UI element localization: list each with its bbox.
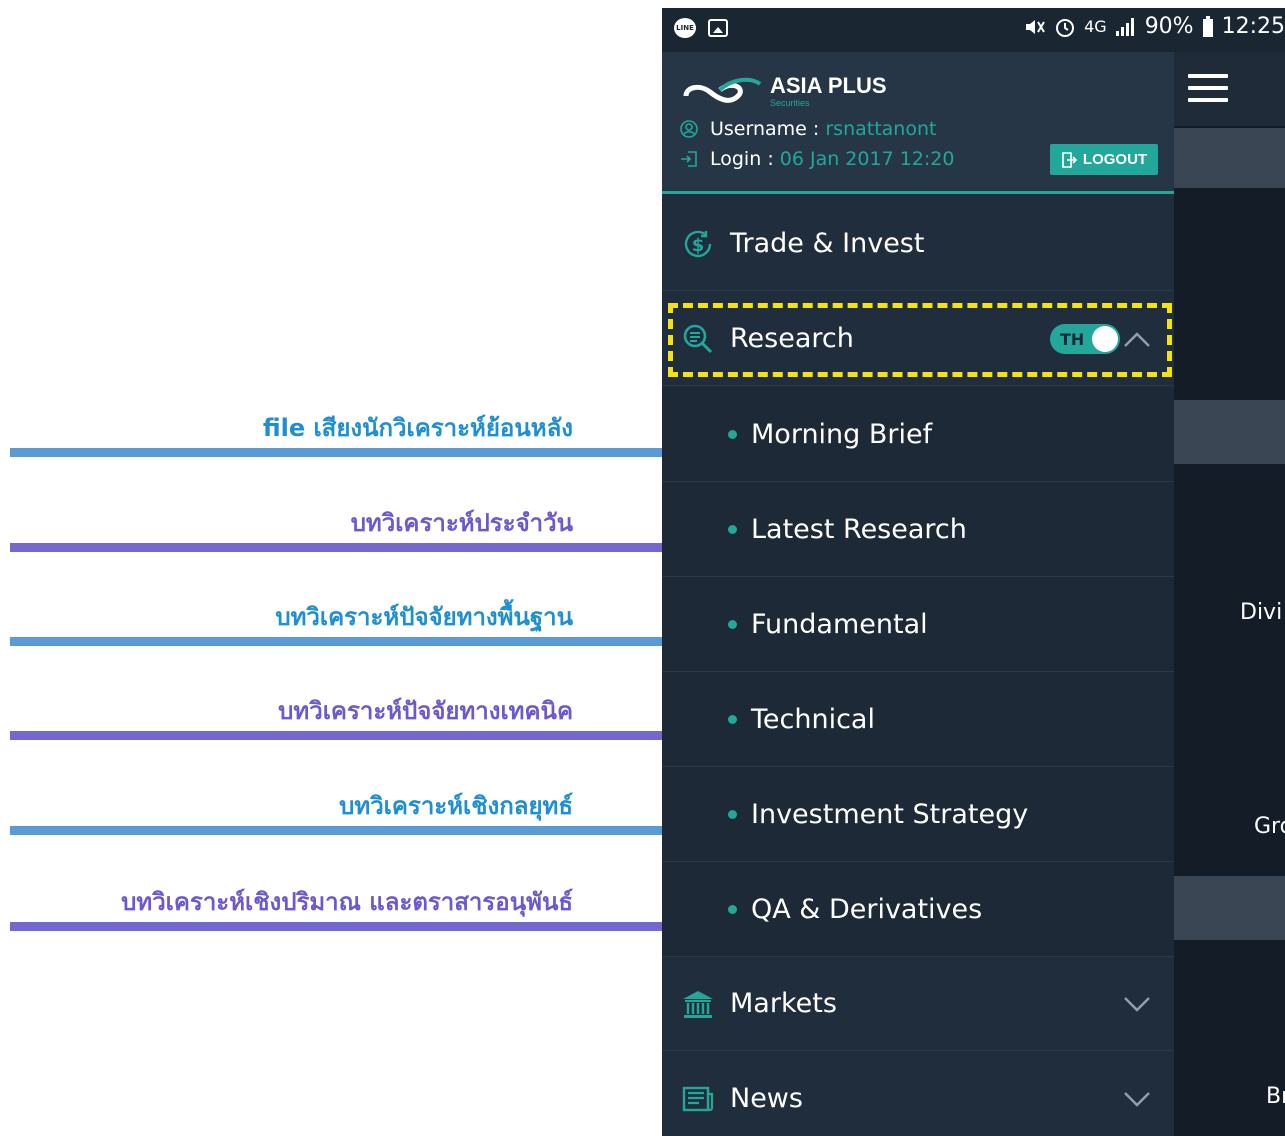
content-band — [1174, 400, 1285, 464]
phone-screen: LINE 4G 90% 12:25 Divi Gr B ASIA PLUS Se… — [662, 8, 1285, 1136]
research-highlight-box — [668, 303, 1172, 377]
username-label: Username — [710, 118, 807, 140]
logo-name: ASIA PLUS — [770, 73, 887, 98]
battery-icon — [1202, 15, 1213, 37]
user-icon — [680, 120, 698, 138]
submenu-label: Technical — [751, 703, 875, 735]
submenu-item-technical[interactable]: Technical — [662, 672, 1174, 767]
hamburger-menu-icon[interactable] — [1188, 74, 1228, 102]
menu-label: Markets — [730, 988, 837, 1019]
content-text-fragment: Gro — [1254, 814, 1285, 839]
submenu-label: Latest Research — [751, 513, 967, 545]
content-text-fragment: Br — [1266, 1084, 1285, 1109]
menu-label: Trade & Invest — [730, 228, 925, 259]
submenu-item-latest-research[interactable]: Latest Research — [662, 482, 1174, 577]
submenu-label: Fundamental — [751, 608, 928, 640]
signal-icon — [1115, 17, 1134, 36]
navigation-drawer: ASIA PLUS Securities Username : rsnattan… — [662, 52, 1174, 1136]
bullet-dot — [728, 429, 737, 439]
infinity-logo-icon — [683, 77, 762, 103]
clock: 12:25 — [1221, 14, 1285, 39]
bullet-dot — [728, 524, 737, 534]
mute-icon — [1026, 19, 1045, 34]
dollar-icon: $ — [684, 230, 712, 257]
status-left-icons: LINE — [674, 18, 728, 38]
content-header — [1174, 52, 1285, 126]
content-text-fragment: Divi — [1240, 600, 1283, 625]
bullet-dot — [728, 904, 737, 914]
alarm-icon — [1056, 18, 1075, 37]
logout-icon — [1062, 151, 1077, 168]
annotation-label: บทวิเคราะห์เชิงกลยุทธ์ — [339, 792, 573, 820]
battery-percent: 90% — [1144, 14, 1194, 39]
submenu-item-qa-derivatives[interactable]: QA & Derivatives — [662, 862, 1174, 957]
bank-icon — [683, 990, 713, 1018]
separator: : — [812, 118, 820, 140]
annotation-label: บทวิเคราะห์ปัจจัยทางพื้นฐาน — [275, 603, 573, 631]
annotation-label: บทวิเคราะห์ปัจจัยทางเทคนิค — [278, 697, 573, 725]
logout-button[interactable]: LOGOUT — [1050, 144, 1158, 175]
drawer-header: ASIA PLUS Securities Username : rsnattan… — [662, 52, 1174, 194]
main-content: Divi Gro Br — [1174, 52, 1285, 1136]
menu-item-news[interactable]: News — [662, 1052, 1174, 1136]
submenu-label: QA & Derivatives — [751, 893, 983, 925]
logo-text: ASIA PLUS Securities — [770, 73, 887, 109]
username-value: rsnattanont — [825, 118, 937, 140]
bullet-dot — [728, 714, 737, 724]
logout-label: LOGOUT — [1082, 151, 1148, 168]
image-notification-icon — [708, 19, 728, 37]
username-row: Username : rsnattanont — [680, 118, 936, 140]
submenu-label: Morning Brief — [751, 418, 933, 450]
content-band — [1174, 876, 1285, 940]
newspaper-icon — [682, 1086, 714, 1111]
chevron-down-icon[interactable] — [1122, 994, 1152, 1014]
logo-subtitle: Securities — [770, 98, 810, 108]
menu-item-trade-invest[interactable]: $ Trade & Invest — [662, 197, 1174, 291]
svg-text:$: $ — [692, 235, 705, 256]
menu-label: News — [730, 1083, 803, 1114]
line-chat-icon: LINE — [674, 18, 696, 38]
network-type: 4G — [1084, 17, 1107, 36]
bullet-dot — [728, 619, 737, 629]
annotation-label: บทวิเคราะห์เชิงปริมาณ และตราสารอนุพันธ์ — [121, 888, 573, 916]
annotation-label: บทวิเคราะห์ประจำวัน — [350, 509, 573, 537]
login-row: Login : 06 Jan 2017 12:20 — [680, 148, 954, 170]
annotation-label: file เสียงนักวิเคราะห์ย้อนหลัง — [262, 414, 573, 442]
chevron-down-icon[interactable] — [1122, 1089, 1152, 1109]
bullet-dot — [728, 809, 737, 819]
login-icon — [681, 151, 697, 167]
separator: : — [767, 148, 774, 170]
status-right: 4G 90% 12:25 — [1024, 14, 1285, 39]
submenu-label: Investment Strategy — [751, 798, 1029, 830]
submenu-item-morning-brief[interactable]: Morning Brief — [662, 387, 1174, 482]
status-bar: LINE 4G 90% 12:25 — [662, 8, 1285, 52]
login-value: 06 Jan 2017 12:20 — [779, 148, 955, 170]
asia-plus-logo: ASIA PLUS Securities — [680, 74, 887, 114]
login-label: Login — [710, 148, 762, 170]
submenu-item-investment-strategy[interactable]: Investment Strategy — [662, 767, 1174, 862]
menu-item-markets[interactable]: Markets — [662, 957, 1174, 1051]
content-band — [1174, 128, 1285, 188]
submenu-item-fundamental[interactable]: Fundamental — [662, 577, 1174, 672]
